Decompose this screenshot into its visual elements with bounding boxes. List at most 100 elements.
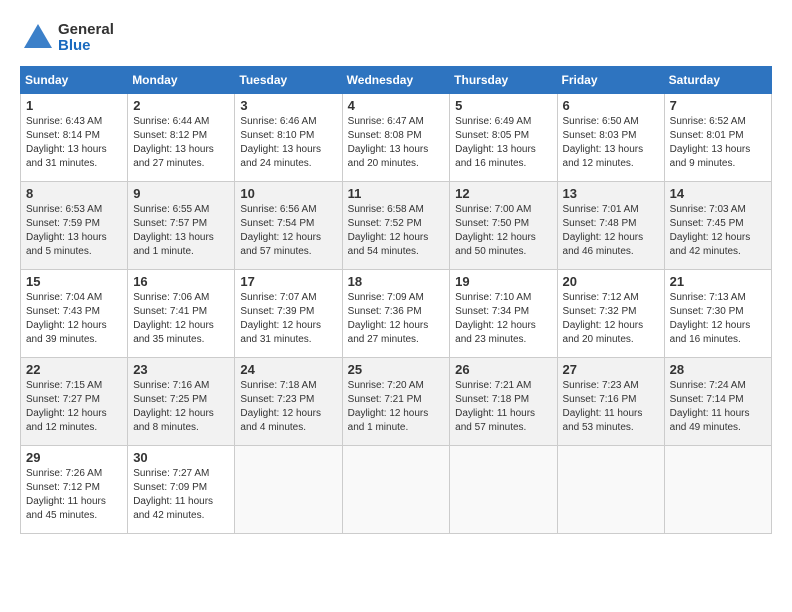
- calendar-cell: 16 Sunrise: 7:06 AM Sunset: 7:41 PM Dayl…: [128, 270, 235, 358]
- calendar-cell: 19 Sunrise: 7:10 AM Sunset: 7:34 PM Dayl…: [450, 270, 557, 358]
- calendar-cell: 6 Sunrise: 6:50 AM Sunset: 8:03 PM Dayli…: [557, 94, 664, 182]
- day-info: Sunrise: 7:23 AM Sunset: 7:16 PM Dayligh…: [563, 379, 659, 435]
- day-info: Sunrise: 6:44 AM Sunset: 8:12 PM Dayligh…: [133, 115, 229, 171]
- weekday-header-tuesday: Tuesday: [235, 67, 342, 94]
- day-number: 16: [133, 274, 229, 289]
- day-number: 6: [563, 98, 659, 113]
- calendar-cell: 2 Sunrise: 6:44 AM Sunset: 8:12 PM Dayli…: [128, 94, 235, 182]
- day-number: 17: [240, 274, 336, 289]
- day-number: 10: [240, 186, 336, 201]
- calendar-table: SundayMondayTuesdayWednesdayThursdayFrid…: [20, 66, 772, 534]
- day-info: Sunrise: 7:27 AM Sunset: 7:09 PM Dayligh…: [133, 467, 229, 523]
- day-number: 20: [563, 274, 659, 289]
- calendar-cell: 28 Sunrise: 7:24 AM Sunset: 7:14 PM Dayl…: [664, 358, 771, 446]
- day-info: Sunrise: 7:01 AM Sunset: 7:48 PM Dayligh…: [563, 203, 659, 259]
- calendar-cell: 30 Sunrise: 7:27 AM Sunset: 7:09 PM Dayl…: [128, 446, 235, 534]
- calendar-week-row: 15 Sunrise: 7:04 AM Sunset: 7:43 PM Dayl…: [21, 270, 772, 358]
- calendar-cell: 25 Sunrise: 7:20 AM Sunset: 7:21 PM Dayl…: [342, 358, 450, 446]
- day-number: 5: [455, 98, 551, 113]
- day-number: 8: [26, 186, 122, 201]
- calendar-week-row: 22 Sunrise: 7:15 AM Sunset: 7:27 PM Dayl…: [21, 358, 772, 446]
- day-info: Sunrise: 6:55 AM Sunset: 7:57 PM Dayligh…: [133, 203, 229, 259]
- page-header: General Blue: [20, 20, 772, 56]
- calendar-cell: 9 Sunrise: 6:55 AM Sunset: 7:57 PM Dayli…: [128, 182, 235, 270]
- day-info: Sunrise: 7:07 AM Sunset: 7:39 PM Dayligh…: [240, 291, 336, 347]
- day-info: Sunrise: 6:43 AM Sunset: 8:14 PM Dayligh…: [26, 115, 122, 171]
- day-number: 19: [455, 274, 551, 289]
- calendar-cell: [557, 446, 664, 534]
- day-number: 22: [26, 362, 122, 377]
- logo-icon: [20, 20, 56, 56]
- calendar-cell: 11 Sunrise: 6:58 AM Sunset: 7:52 PM Dayl…: [342, 182, 450, 270]
- day-info: Sunrise: 6:50 AM Sunset: 8:03 PM Dayligh…: [563, 115, 659, 171]
- logo: General Blue: [20, 20, 114, 56]
- day-info: Sunrise: 7:06 AM Sunset: 7:41 PM Dayligh…: [133, 291, 229, 347]
- day-number: 26: [455, 362, 551, 377]
- calendar-cell: [235, 446, 342, 534]
- day-info: Sunrise: 7:04 AM Sunset: 7:43 PM Dayligh…: [26, 291, 122, 347]
- calendar-cell: 3 Sunrise: 6:46 AM Sunset: 8:10 PM Dayli…: [235, 94, 342, 182]
- day-number: 1: [26, 98, 122, 113]
- day-info: Sunrise: 7:20 AM Sunset: 7:21 PM Dayligh…: [348, 379, 445, 435]
- day-info: Sunrise: 6:52 AM Sunset: 8:01 PM Dayligh…: [670, 115, 766, 171]
- day-number: 9: [133, 186, 229, 201]
- calendar-cell: 21 Sunrise: 7:13 AM Sunset: 7:30 PM Dayl…: [664, 270, 771, 358]
- weekday-header-row: SundayMondayTuesdayWednesdayThursdayFrid…: [21, 67, 772, 94]
- calendar-cell: 18 Sunrise: 7:09 AM Sunset: 7:36 PM Dayl…: [342, 270, 450, 358]
- calendar-cell: 10 Sunrise: 6:56 AM Sunset: 7:54 PM Dayl…: [235, 182, 342, 270]
- logo-inner: General Blue: [20, 20, 114, 56]
- weekday-header-sunday: Sunday: [21, 67, 128, 94]
- calendar-cell: 27 Sunrise: 7:23 AM Sunset: 7:16 PM Dayl…: [557, 358, 664, 446]
- day-info: Sunrise: 7:13 AM Sunset: 7:30 PM Dayligh…: [670, 291, 766, 347]
- calendar-cell: 1 Sunrise: 6:43 AM Sunset: 8:14 PM Dayli…: [21, 94, 128, 182]
- day-info: Sunrise: 7:12 AM Sunset: 7:32 PM Dayligh…: [563, 291, 659, 347]
- day-number: 7: [670, 98, 766, 113]
- day-info: Sunrise: 7:15 AM Sunset: 7:27 PM Dayligh…: [26, 379, 122, 435]
- day-info: Sunrise: 6:56 AM Sunset: 7:54 PM Dayligh…: [240, 203, 336, 259]
- calendar-cell: [664, 446, 771, 534]
- logo-wordmark: General Blue: [58, 22, 114, 55]
- day-number: 15: [26, 274, 122, 289]
- calendar-cell: 23 Sunrise: 7:16 AM Sunset: 7:25 PM Dayl…: [128, 358, 235, 446]
- calendar-cell: 7 Sunrise: 6:52 AM Sunset: 8:01 PM Dayli…: [664, 94, 771, 182]
- day-info: Sunrise: 7:09 AM Sunset: 7:36 PM Dayligh…: [348, 291, 445, 347]
- calendar-cell: 17 Sunrise: 7:07 AM Sunset: 7:39 PM Dayl…: [235, 270, 342, 358]
- day-info: Sunrise: 7:26 AM Sunset: 7:12 PM Dayligh…: [26, 467, 122, 523]
- day-number: 28: [670, 362, 766, 377]
- day-number: 27: [563, 362, 659, 377]
- day-number: 30: [133, 450, 229, 465]
- day-info: Sunrise: 6:46 AM Sunset: 8:10 PM Dayligh…: [240, 115, 336, 171]
- day-number: 21: [670, 274, 766, 289]
- calendar-cell: 5 Sunrise: 6:49 AM Sunset: 8:05 PM Dayli…: [450, 94, 557, 182]
- calendar-week-row: 8 Sunrise: 6:53 AM Sunset: 7:59 PM Dayli…: [21, 182, 772, 270]
- weekday-header-wednesday: Wednesday: [342, 67, 450, 94]
- calendar-cell: [450, 446, 557, 534]
- day-info: Sunrise: 6:58 AM Sunset: 7:52 PM Dayligh…: [348, 203, 445, 259]
- day-number: 3: [240, 98, 336, 113]
- day-info: Sunrise: 7:00 AM Sunset: 7:50 PM Dayligh…: [455, 203, 551, 259]
- weekday-header-monday: Monday: [128, 67, 235, 94]
- day-info: Sunrise: 7:16 AM Sunset: 7:25 PM Dayligh…: [133, 379, 229, 435]
- weekday-header-thursday: Thursday: [450, 67, 557, 94]
- day-number: 14: [670, 186, 766, 201]
- day-number: 23: [133, 362, 229, 377]
- calendar-cell: 13 Sunrise: 7:01 AM Sunset: 7:48 PM Dayl…: [557, 182, 664, 270]
- day-number: 25: [348, 362, 445, 377]
- day-number: 2: [133, 98, 229, 113]
- calendar-cell: 24 Sunrise: 7:18 AM Sunset: 7:23 PM Dayl…: [235, 358, 342, 446]
- day-number: 24: [240, 362, 336, 377]
- day-number: 11: [348, 186, 445, 201]
- day-number: 13: [563, 186, 659, 201]
- day-info: Sunrise: 6:47 AM Sunset: 8:08 PM Dayligh…: [348, 115, 445, 171]
- calendar-week-row: 29 Sunrise: 7:26 AM Sunset: 7:12 PM Dayl…: [21, 446, 772, 534]
- logo-blue: Blue: [58, 38, 114, 55]
- weekday-header-friday: Friday: [557, 67, 664, 94]
- day-info: Sunrise: 7:24 AM Sunset: 7:14 PM Dayligh…: [670, 379, 766, 435]
- calendar-week-row: 1 Sunrise: 6:43 AM Sunset: 8:14 PM Dayli…: [21, 94, 772, 182]
- day-info: Sunrise: 7:03 AM Sunset: 7:45 PM Dayligh…: [670, 203, 766, 259]
- logo-general: General: [58, 22, 114, 39]
- calendar-cell: 12 Sunrise: 7:00 AM Sunset: 7:50 PM Dayl…: [450, 182, 557, 270]
- calendar-cell: 26 Sunrise: 7:21 AM Sunset: 7:18 PM Dayl…: [450, 358, 557, 446]
- calendar-cell: 29 Sunrise: 7:26 AM Sunset: 7:12 PM Dayl…: [21, 446, 128, 534]
- day-number: 18: [348, 274, 445, 289]
